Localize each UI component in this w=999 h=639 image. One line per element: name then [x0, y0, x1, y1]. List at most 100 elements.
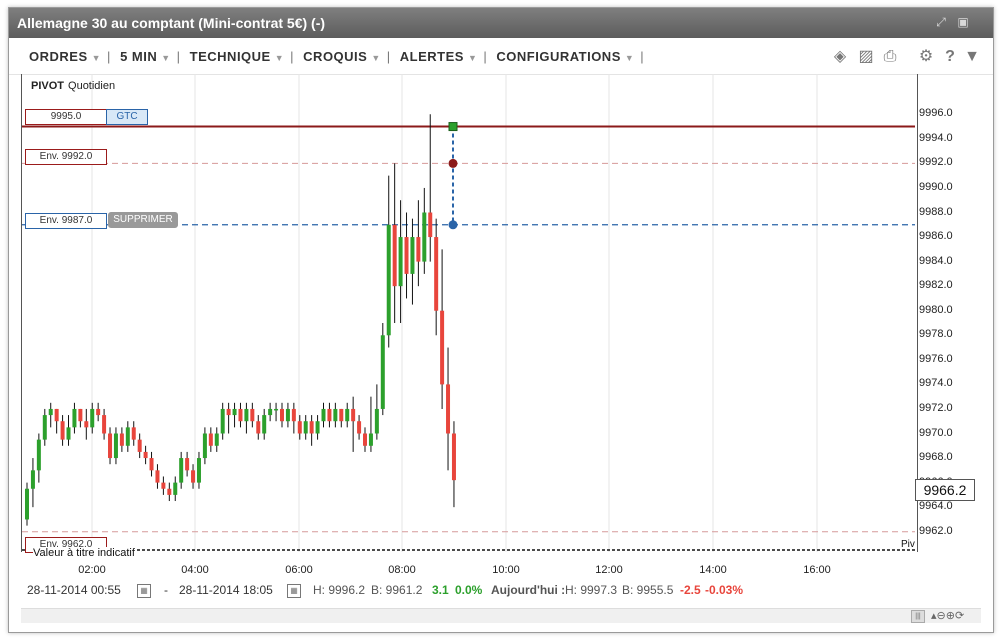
candle-body — [451, 433, 456, 481]
y-tick-label: 9964.0 — [919, 500, 953, 513]
today-low: B: 9955.5 — [622, 583, 674, 597]
candle-body — [113, 433, 118, 459]
pivot-indicator: PIVOT Quotidien — [31, 80, 116, 92]
candle-body — [363, 433, 368, 446]
candle-body — [345, 408, 350, 422]
y-tick-label: 9962.0 — [919, 524, 953, 537]
title-bar[interactable]: Allemagne 30 au comptant (Mini-contrat 5… — [9, 8, 993, 38]
gtc-badge[interactable]: GTC — [106, 109, 148, 125]
gtc-order-price[interactable]: 9995.0 — [25, 109, 107, 125]
candle-body — [60, 421, 65, 440]
image-icon[interactable]: ▨ — [857, 48, 875, 66]
candle-body — [42, 415, 47, 440]
candle-body — [262, 415, 267, 434]
menu-configurations[interactable]: CONFIGURATIONS ▼ — [490, 49, 640, 64]
candle-body — [291, 408, 296, 422]
layers-icon[interactable]: ◈ — [831, 48, 849, 66]
candle-body — [214, 433, 219, 446]
candle-body — [119, 433, 124, 446]
y-tick-label: 9996.0 — [919, 107, 953, 120]
candle-body — [191, 470, 196, 483]
candle-body — [96, 408, 101, 416]
candle-body — [54, 408, 59, 422]
env-mid-marker — [448, 220, 458, 230]
today-change-pct: -0.03% — [705, 583, 744, 597]
candle-body — [226, 408, 231, 416]
candle-body — [357, 421, 362, 434]
pivot-line-label: Piv — [901, 539, 915, 550]
candle-body — [398, 237, 403, 287]
restore-icon[interactable]: ▣ — [957, 16, 969, 28]
chart-toolbar: ORDRES ▼ | 5 MIN ▼ | TECHNIQUE ▼ | CROQUIS ▼ | A… — [9, 38, 993, 75]
date-separator: - — [164, 583, 168, 597]
calendar-from-icon[interactable]: ▦ — [137, 584, 151, 598]
env-mid-tag[interactable]: Env. 9987.0 — [25, 213, 107, 229]
y-tick-label: 9992.0 — [919, 156, 953, 169]
candle-body — [428, 212, 433, 238]
supprimer-button[interactable]: SUPPRIMER — [108, 212, 178, 228]
y-tick-label: 9970.0 — [919, 426, 953, 439]
expand-icon[interactable]: ⤢ — [935, 16, 947, 28]
candle-body — [315, 421, 320, 434]
pin-icon[interactable]: ▼ — [963, 48, 981, 66]
candle-body — [102, 415, 107, 434]
candle-body — [25, 488, 29, 520]
calendar-to-icon[interactable]: ▦ — [287, 584, 301, 598]
menu-technique[interactable]: TECHNIQUE ▼ — [184, 49, 290, 64]
toolbar-menu: ORDRES ▼ | 5 MIN ▼ | TECHNIQUE ▼ | CROQUIS ▼ | A… — [23, 49, 644, 64]
today-high: H: 9997.3 — [565, 583, 618, 597]
date-from[interactable]: 28-11-2014 00:55 — [27, 583, 121, 597]
candle-body — [167, 488, 172, 495]
candle-body — [386, 224, 391, 336]
period-low: B: 9961.2 — [371, 583, 423, 597]
candle-body — [196, 458, 201, 483]
y-tick-label: 9990.0 — [919, 180, 953, 193]
price-chart[interactable]: PIVOT Quotidien 9995.0 GTC Env. 9992.0 En… — [9, 74, 993, 576]
help-icon[interactable]: ? — [941, 48, 959, 66]
candle-body — [285, 408, 290, 422]
y-tick-label: 9968.0 — [919, 451, 953, 464]
today-label: Aujourd'hui : — [491, 583, 566, 597]
chart-footer: 28-11-2014 00:55 ▦ - 28-11-2014 18:05 ▦ … — [9, 580, 993, 602]
period-change-pct: 0.0% — [455, 583, 483, 597]
print-icon[interactable]: ⎙ — [881, 48, 899, 66]
current-price-label: 9966.2 — [915, 479, 975, 501]
gear-icon[interactable]: ⚙ — [917, 48, 935, 66]
candle-body — [321, 408, 326, 422]
candle-body — [36, 439, 41, 471]
candle-body — [202, 433, 207, 459]
menu-croquis[interactable]: CROQUIS ▼ — [297, 49, 387, 64]
window-title: Allemagne 30 au comptant (Mini-contrat 5… — [17, 15, 326, 31]
y-tick-label: 9982.0 — [919, 279, 953, 292]
candlestick-plot[interactable] — [9, 74, 993, 574]
horizontal-scrollbar[interactable]: ||| ▴⊖⊕⟳ — [21, 608, 981, 623]
candle-body — [440, 310, 445, 385]
candle-body — [404, 237, 409, 274]
period-high: H: 9996.2 — [313, 583, 366, 597]
env-upper-tag[interactable]: Env. 9992.0 — [25, 149, 107, 165]
gtc-marker — [448, 122, 458, 132]
scroll-thumb[interactable]: ||| — [911, 610, 925, 623]
date-to[interactable]: 28-11-2014 18:05 — [179, 583, 273, 597]
candle-body — [161, 482, 166, 489]
menu-ordres[interactable]: ORDRES ▼ — [23, 49, 107, 64]
candle-body — [220, 408, 225, 434]
menu-alertes[interactable]: ALERTES ▼ — [394, 49, 484, 64]
y-tick-label: 9978.0 — [919, 328, 953, 341]
candle-body — [149, 458, 154, 471]
x-tick-label: 06:00 — [285, 564, 313, 576]
indicative-value-note: Valeur à titre indicatif — [33, 547, 135, 559]
y-tick-label: 9988.0 — [919, 205, 953, 218]
x-tick-label: 12:00 — [595, 564, 623, 576]
x-tick-label: 14:00 — [699, 564, 727, 576]
x-tick-label: 10:00 — [492, 564, 520, 576]
today-change: -2.5 — [680, 583, 701, 597]
candle-body — [66, 427, 71, 440]
candle-body — [434, 237, 439, 311]
menu-interval[interactable]: 5 MIN ▼ — [114, 49, 177, 64]
candle-body — [256, 421, 261, 434]
zoom-controls-icon[interactable]: ▴⊖⊕⟳ — [931, 609, 964, 622]
candle-body — [232, 408, 237, 416]
candle-body — [309, 421, 314, 434]
candle-body — [179, 458, 184, 483]
